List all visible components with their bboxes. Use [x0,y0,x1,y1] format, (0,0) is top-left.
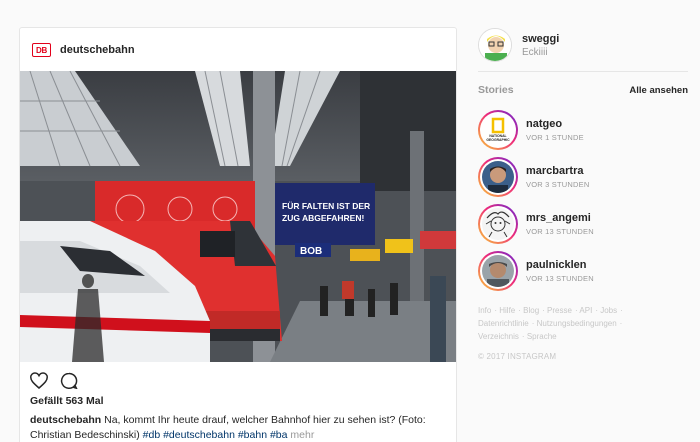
footer-link[interactable]: Verzeichnis [478,332,519,341]
hashtag-link[interactable]: #ba [270,429,288,441]
footer-link[interactable]: Presse [547,306,572,315]
caption-username[interactable]: deutschebahn [30,414,101,426]
footer-link[interactable]: Jobs [600,306,617,315]
story-item[interactable]: paulnicklen VOR 13 STUNDEN [478,247,688,294]
db-logo-text: DB [36,45,47,55]
story-username: mrs_angemi [526,211,591,224]
story-username: paulnicklen [526,258,587,271]
view-all-stories-link[interactable]: Alle ansehen [629,85,688,96]
hashtag-link[interactable]: #bahn [238,429,267,441]
post-username[interactable]: deutschebahn [60,44,135,56]
cartoon-avatar-icon [479,29,511,61]
footer-link[interactable]: Hilfe [499,306,515,315]
post-photo[interactable]: FÜR FALTEN IST DER ZUG ABGEFAHREN! BOB [20,71,456,362]
train-station-photo: FÜR FALTEN IST DER ZUG ABGEFAHREN! BOB [20,71,456,362]
story-username: marcbartra [526,164,584,177]
svg-text:FÜR FALTEN IST DER: FÜR FALTEN IST DER [282,201,370,211]
post-header: DB deutschebahn [20,28,456,72]
svg-text:GEOGRAPHIC: GEOGRAPHIC [486,138,510,142]
current-fullname: Eckiiii [522,46,548,58]
story-time: VOR 13 STUNDEN [526,226,594,236]
hashtag-link[interactable]: #db [143,429,161,441]
person-avatar [482,160,514,193]
footer-link[interactable]: Blog [523,306,539,315]
natgeo-logo-icon: NATIONAL GEOGRAPHIC [482,113,514,146]
footer-link[interactable]: Info [478,306,491,315]
svg-text:BOB: BOB [300,246,322,257]
footer-link[interactable]: Sprache [527,332,557,341]
story-item[interactable]: mrs_angemi VOR 13 STUNDEN [478,200,688,247]
hashtag-link[interactable]: #deutschebahn [163,429,235,441]
post-caption: deutschebahn Na, kommt Ihr heute drauf, … [30,413,448,442]
stories-title: Stories [478,84,514,96]
user-avatar[interactable] [478,28,512,62]
db-logo-icon[interactable]: DB [32,43,51,57]
person-avatar [482,254,514,287]
sidebar: sweggi Eckiiii Stories Alle ansehen NATI… [478,27,688,361]
footer-link[interactable]: Datenrichtlinie [478,319,529,328]
comment-icon[interactable] [60,372,78,394]
likes-count[interactable]: Gefällt 563 Mal [30,395,104,407]
footer-links: Info · Hilfe · Blog · Presse · API · Jobs · Da… [478,306,623,341]
more-link[interactable]: mehr [290,429,314,441]
heart-icon[interactable] [29,372,49,394]
story-username: natgeo [526,117,563,130]
post-card: DB deutschebahn FÜR FALTEN IST DER ZUG A… [19,27,457,442]
current-username[interactable]: sweggi [522,33,559,45]
story-time: VOR 1 STUNDE [526,132,584,142]
story-time: VOR 3 STUNDEN [526,179,590,189]
story-item[interactable]: marcbartra VOR 3 STUNDEN [478,153,688,200]
story-item[interactable]: NATIONAL GEOGRAPHIC natgeo VOR 1 STUNDE [478,106,688,153]
copyright: © 2017 INSTAGRAM [478,352,557,361]
current-user: sweggi Eckiiii [478,27,688,63]
post-actions [29,372,78,394]
svg-text:ZUG ABGEFAHREN!: ZUG ABGEFAHREN! [282,213,364,223]
footer-link[interactable]: Nutzungsbedingungen [537,319,617,328]
sketch-avatar [482,207,514,240]
footer-link[interactable]: API [579,306,592,315]
stories-panel: Stories Alle ansehen NATIONAL GEOGRAPHIC … [478,71,688,294]
story-time: VOR 13 STUNDEN [526,273,594,283]
